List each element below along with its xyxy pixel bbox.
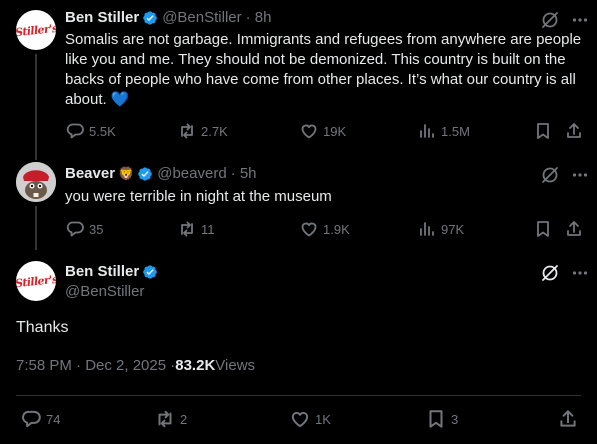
divider bbox=[16, 395, 581, 396]
views-icon bbox=[420, 124, 434, 138]
reply-icon bbox=[66, 123, 84, 139]
main-author-name-row: Ben Stiller bbox=[65, 262, 158, 282]
views-count-bold: 83.2K bbox=[175, 357, 216, 374]
bookmark-button[interactable]: 3 bbox=[425, 408, 458, 430]
repost-count: 2.7K bbox=[201, 123, 228, 139]
repost-count: 2 bbox=[180, 411, 188, 427]
repost-icon bbox=[181, 123, 193, 139]
like-count: 1K bbox=[315, 411, 331, 427]
like-button[interactable]: 1.9K bbox=[299, 219, 350, 239]
grok-icon[interactable] bbox=[540, 10, 560, 30]
verified-badge-icon bbox=[138, 167, 153, 181]
tweet-header: Beaver 🦁 @beaverd · 5h bbox=[65, 164, 257, 184]
repost-icon bbox=[181, 221, 193, 237]
tweet-text: Somalis are not garbage. Immigrants and … bbox=[65, 31, 582, 108]
repost-button[interactable]: 11 bbox=[177, 219, 215, 239]
repost-icon bbox=[158, 410, 172, 428]
heart-icon bbox=[291, 411, 309, 428]
avatar-logo: Stiller's bbox=[16, 272, 56, 290]
avatar[interactable] bbox=[16, 162, 56, 202]
bookmark-button[interactable] bbox=[533, 219, 553, 239]
reply-count: 74 bbox=[46, 411, 61, 427]
more-icon[interactable] bbox=[572, 263, 588, 283]
avatar[interactable]: Stiller's bbox=[16, 261, 56, 301]
reply-count: 5.5K bbox=[89, 123, 116, 139]
like-count: 1.9K bbox=[323, 221, 350, 237]
tweet-ben-stiller[interactable]: Stiller's Ben Stiller @BenStiller · 8h S… bbox=[0, 0, 597, 156]
tweet-time[interactable]: · 5h bbox=[231, 164, 257, 184]
avatar[interactable]: Stiller's bbox=[16, 10, 56, 50]
reply-button[interactable]: 35 bbox=[65, 219, 103, 239]
main-tweet: Stiller's Ben Stiller @BenStiller Thanks… bbox=[0, 250, 597, 444]
like-button[interactable]: 19K bbox=[299, 121, 346, 141]
like-count: 19K bbox=[323, 123, 347, 139]
bookmark-count: 3 bbox=[451, 411, 459, 427]
tweet-meta: 7:58 PM · Dec 2, 2025 · 83.2K Views bbox=[16, 356, 255, 376]
author-handle[interactable]: @BenStiller bbox=[162, 8, 241, 28]
verified-badge-icon bbox=[143, 265, 158, 279]
reply-button[interactable]: 5.5K bbox=[65, 121, 116, 141]
views-button[interactable]: 1.5M bbox=[417, 121, 470, 141]
verified-badge-icon bbox=[143, 11, 158, 25]
avatar-logo: Stiller's bbox=[16, 21, 56, 39]
tweet-actions: 35 11 1.9K 97K bbox=[65, 219, 585, 239]
more-icon[interactable] bbox=[572, 10, 588, 30]
repost-button[interactable]: 2.7K bbox=[177, 121, 228, 141]
views-count: 97K bbox=[441, 221, 465, 237]
heart-icon bbox=[301, 222, 317, 237]
reply-icon bbox=[66, 221, 84, 237]
repost-count: 11 bbox=[201, 221, 215, 237]
bookmark-icon bbox=[429, 410, 443, 428]
author-handle[interactable]: @beaverd bbox=[157, 164, 226, 184]
share-icon bbox=[560, 410, 576, 427]
tweet-time[interactable]: · 8h bbox=[246, 8, 272, 28]
grok-icon[interactable] bbox=[540, 263, 560, 283]
author-name[interactable]: Ben Stiller bbox=[65, 262, 139, 282]
views-icon bbox=[420, 222, 434, 236]
more-icon[interactable] bbox=[572, 165, 588, 185]
grok-icon[interactable] bbox=[540, 165, 560, 185]
views-count: 1.5M bbox=[441, 123, 470, 139]
share-button[interactable] bbox=[557, 408, 579, 430]
views-label: Views bbox=[215, 357, 256, 374]
reply-button[interactable]: 74 bbox=[20, 408, 60, 430]
bookmark-button[interactable] bbox=[533, 121, 553, 141]
share-icon bbox=[567, 221, 581, 236]
tweet-top-actions bbox=[528, 263, 588, 283]
repost-button[interactable]: 2 bbox=[154, 408, 187, 430]
bookmark-icon bbox=[537, 123, 549, 139]
like-button[interactable]: 1K bbox=[289, 408, 331, 430]
author-name[interactable]: Ben Stiller bbox=[65, 8, 139, 28]
author-handle[interactable]: @BenStiller bbox=[65, 282, 144, 302]
thread-line bbox=[35, 54, 37, 156]
tweet-timestamp[interactable]: 7:58 PM · Dec 2, 2025 · bbox=[16, 356, 175, 376]
reply-icon bbox=[22, 410, 41, 428]
share-button[interactable] bbox=[564, 219, 584, 239]
main-author-handle-row: @BenStiller bbox=[65, 282, 144, 302]
author-name[interactable]: Beaver bbox=[65, 164, 115, 184]
main-tweet-actions: 74 2 1K 3 bbox=[20, 408, 585, 428]
tweet-top-actions bbox=[528, 10, 588, 30]
bookmark-icon bbox=[537, 221, 549, 237]
thread-line bbox=[35, 206, 37, 250]
lion-emoji-badge: 🦁 bbox=[118, 166, 135, 181]
tweet-actions: 5.5K 2.7K 19K 1.5M bbox=[65, 121, 585, 141]
thread-line bbox=[35, 156, 37, 160]
avatar-beaver-icon bbox=[16, 162, 56, 202]
tweet-text: you were terrible in night at the museum bbox=[65, 188, 332, 205]
tweet-top-actions bbox=[528, 165, 588, 185]
reply-count: 35 bbox=[89, 221, 104, 237]
share-button[interactable] bbox=[564, 121, 584, 141]
views-button[interactable]: 97K bbox=[417, 219, 464, 239]
heart-icon bbox=[301, 124, 317, 139]
tweet-header: Ben Stiller @BenStiller · 8h bbox=[65, 8, 271, 28]
share-icon bbox=[567, 123, 581, 138]
tweet-beaver[interactable]: Beaver 🦁 @beaverd · 5h you were terrible… bbox=[0, 156, 597, 250]
tweet-text: Thanks bbox=[16, 319, 69, 336]
